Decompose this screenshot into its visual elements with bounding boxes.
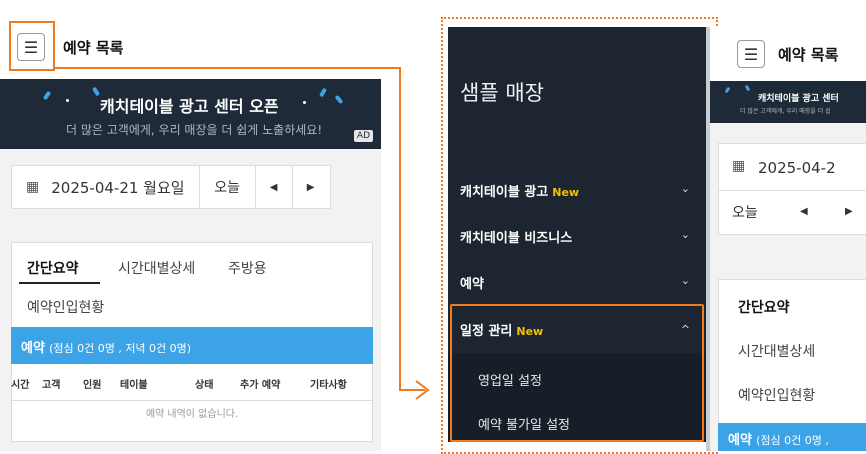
confetti-decoration — [744, 84, 751, 92]
date-display[interactable]: 2025-04-2 — [758, 159, 836, 177]
summary-label: 예약 — [728, 433, 752, 448]
tab-summary[interactable]: 간단요약 — [738, 297, 790, 317]
chevron-down-icon[interactable]: ⌄ — [681, 228, 690, 241]
right-screen: ☰ 예약 목록 캐치테이블 광고 센터 더 많은 고객에게, 우리 매장을 더 … — [710, 27, 866, 451]
sidebar-item-ads[interactable]: 캐치테이블 광고 New — [460, 181, 579, 200]
sidebar-item-label: 캐치테이블 광고 — [460, 185, 549, 200]
new-badge: New — [552, 186, 580, 199]
sidebar-item-label: 예약 — [460, 277, 484, 292]
today-button[interactable]: 오늘 — [732, 202, 758, 222]
chevron-down-icon[interactable]: ⌄ — [681, 274, 690, 287]
tab-inflow-status[interactable]: 예약인입현황 — [738, 385, 815, 405]
confetti-decoration — [724, 86, 731, 94]
hamburger-menu-button[interactable]: ☰ — [737, 40, 765, 68]
calendar-icon[interactable]: ▦ — [732, 158, 745, 174]
banner-subtext: 더 많은 고객에게, 우리 매장을 더 쉽 — [740, 108, 831, 115]
tab-time-detail[interactable]: 시간대별상세 — [738, 341, 815, 361]
prev-day-button[interactable]: ◀ — [800, 206, 808, 217]
store-name: 샘플 매장 — [460, 81, 544, 105]
next-day-button[interactable]: ▶ — [845, 206, 853, 217]
summary-detail: (점심 0건 0명 , — [756, 434, 829, 447]
ad-banner[interactable]: 캐치테이블 광고 센터 더 많은 고객에게, 우리 매장을 더 쉽 — [710, 81, 866, 123]
date-row-divider — [718, 190, 866, 191]
hamburger-menu-icon: ☰ — [743, 44, 759, 64]
chevron-down-icon[interactable]: ⌄ — [681, 182, 690, 195]
sidebar-item-business[interactable]: 캐치테이블 비즈니스 — [460, 227, 572, 246]
page-title: 예약 목록 — [778, 46, 839, 64]
sidebar-item-reservation[interactable]: 예약 — [460, 273, 484, 292]
highlight-box-schedule — [450, 304, 704, 442]
summary-bar: 예약 (점심 0건 0명 , — [718, 423, 866, 451]
sidebar-item-label: 캐치테이블 비즈니스 — [460, 231, 573, 246]
banner-headline: 캐치테이블 광고 센터 — [758, 94, 839, 104]
